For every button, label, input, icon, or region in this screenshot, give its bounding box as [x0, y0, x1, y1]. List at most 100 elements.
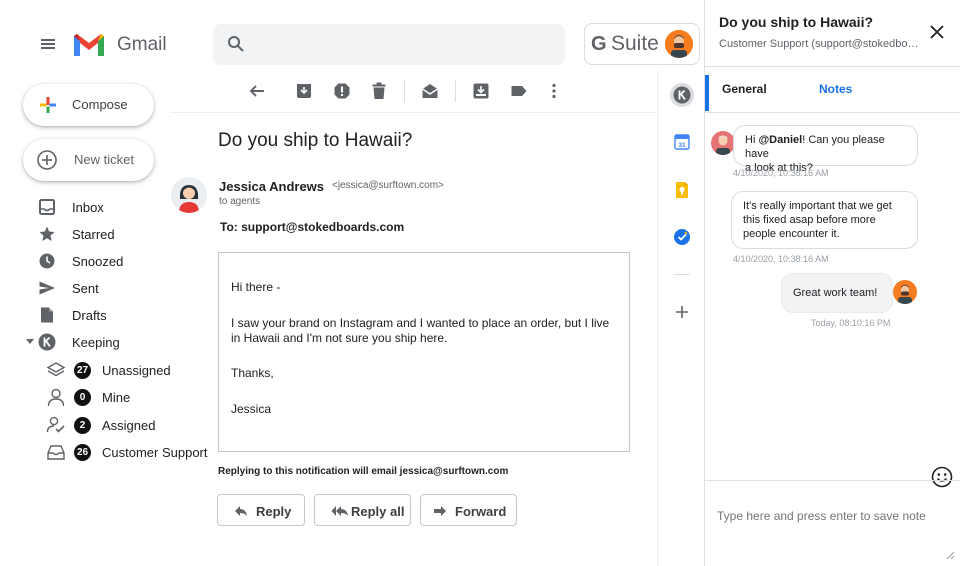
keeping-item-label: Mine	[102, 390, 131, 405]
note-text: Hi	[745, 134, 759, 146]
close-icon[interactable]	[929, 24, 945, 40]
panel-header-divider	[705, 66, 960, 67]
layers-icon	[46, 362, 66, 377]
add-circle-icon	[37, 150, 57, 170]
note-text: Great work team!	[793, 287, 878, 299]
gmail-logo-icon[interactable]	[72, 32, 106, 58]
mark-unread-icon[interactable]	[421, 82, 439, 100]
app-name: Gmail	[117, 34, 167, 55]
reply-button[interactable]: Reply	[217, 494, 305, 526]
tasks-icon[interactable]	[672, 227, 692, 247]
hamburger-icon	[41, 39, 55, 49]
emoji-icon[interactable]	[931, 466, 953, 488]
plus-multicolor-icon	[40, 97, 56, 113]
report-spam-icon[interactable]	[333, 82, 351, 100]
keeping-item-assigned[interactable]: 2 Assigned	[0, 412, 210, 439]
reply-notice: Replying to this notification will email…	[218, 466, 509, 477]
search-bar[interactable]	[213, 24, 565, 65]
search-icon[interactable]	[227, 35, 245, 53]
sender-name: Jessica Andrews	[219, 179, 325, 194]
compose-label: Compose	[72, 97, 128, 112]
forward-button[interactable]: Forward	[420, 494, 517, 526]
sidebar-item-label: Snoozed	[72, 254, 124, 269]
reply-icon	[235, 506, 247, 516]
person-check-icon	[46, 416, 65, 433]
gsuite-account-area[interactable]: G Suite	[584, 23, 700, 65]
sidebar-item-label: Inbox	[72, 200, 104, 215]
note-text: people encounter it.	[743, 228, 840, 240]
note-author-avatar[interactable]	[711, 131, 735, 155]
sidebar-item-keeping[interactable]: Keeping	[0, 329, 210, 356]
new-ticket-button[interactable]: New ticket	[23, 139, 154, 181]
draft-icon	[41, 307, 53, 323]
gsuite-g: G	[591, 33, 607, 55]
account-avatar[interactable]	[665, 30, 693, 58]
clock-icon	[39, 253, 55, 269]
more-vertical-icon[interactable]	[545, 82, 563, 100]
tab-general[interactable]: General	[722, 82, 767, 96]
back-arrow-icon[interactable]	[248, 82, 266, 100]
to-address: To: support@stokedboards.com	[220, 220, 405, 234]
caret-down-icon[interactable]	[26, 339, 34, 345]
sidebar-item-drafts[interactable]: Drafts	[0, 302, 210, 329]
keeping-item-mine[interactable]: 0 Mine	[0, 384, 210, 411]
keeping-item-label: Customer Support	[102, 445, 208, 460]
note-timestamp: 4/10/2020, 10:38:16 AM	[733, 254, 829, 264]
keeping-item-customer-support[interactable]: 26 Customer Support	[0, 439, 210, 466]
panel-subtitle: Customer Support (support@stokedboards.c…	[719, 38, 919, 50]
email-subject: Do you ship to Hawaii?	[218, 130, 413, 151]
sidebar-item-label: Drafts	[72, 308, 107, 323]
count-badge: 26	[74, 444, 91, 461]
note-bubble: It's really important that we get this f…	[731, 191, 918, 249]
add-addon-icon[interactable]	[672, 302, 692, 322]
sidebar-item-label: Keeping	[72, 335, 120, 350]
move-to-icon[interactable]	[472, 82, 490, 100]
main-menu-button[interactable]	[38, 34, 58, 54]
calendar-icon[interactable]: 31	[672, 132, 692, 152]
note-bubble: Hi @Daniel! Can you please have a look a…	[733, 125, 918, 174]
composer-divider	[705, 480, 960, 481]
reply-all-icon	[331, 506, 348, 516]
archive-icon[interactable]	[295, 82, 313, 100]
reply-all-button[interactable]: Reply all	[314, 494, 411, 526]
rail-separator	[674, 274, 690, 275]
note-input[interactable]	[717, 509, 947, 523]
note-bubble-own: Great work team!	[781, 273, 893, 313]
send-icon	[39, 281, 55, 295]
star-icon	[39, 226, 55, 241]
sidebar-item-snoozed[interactable]: Snoozed	[0, 248, 210, 275]
body-closing: Thanks,	[231, 366, 274, 380]
forward-icon	[434, 506, 446, 516]
note-author-avatar[interactable]	[893, 280, 917, 304]
note-mention[interactable]: @Daniel	[758, 134, 802, 146]
panel-title: Do you ship to Hawaii?	[719, 14, 874, 30]
label-icon[interactable]	[510, 82, 528, 100]
forward-label: Forward	[455, 504, 507, 519]
inbox-icon	[39, 199, 55, 215]
sender-avatar[interactable]	[171, 177, 207, 213]
sender-email: <jessica@surftown.com>	[332, 180, 444, 191]
reply-all-label: Reply all	[351, 504, 405, 519]
sidebar-item-sent[interactable]: Sent	[0, 275, 210, 302]
sidebar-item-starred[interactable]: Starred	[0, 221, 210, 248]
email-body: Hi there - I saw your brand on Instagram…	[218, 252, 630, 452]
compose-button[interactable]: Compose	[23, 84, 154, 126]
keeping-item-label: Assigned	[102, 418, 156, 433]
sidebar-item-label: Sent	[72, 281, 99, 296]
tabs-divider	[705, 112, 960, 113]
tab-active-indicator	[705, 75, 709, 111]
resize-handle-icon[interactable]	[945, 550, 955, 560]
toolbar-divider	[404, 80, 405, 102]
sidebar-item-label: Starred	[72, 227, 115, 242]
ticket-side-panel: Do you ship to Hawaii? Customer Support …	[704, 0, 960, 566]
keep-icon[interactable]	[672, 180, 692, 200]
keeping-addon-icon[interactable]	[670, 83, 694, 107]
tab-notes[interactable]: Notes	[819, 82, 852, 96]
trash-icon[interactable]	[370, 82, 388, 100]
recipients-note[interactable]: to agents	[219, 196, 260, 207]
keeping-item-unassigned[interactable]: 27 Unassigned	[0, 357, 210, 384]
keeping-logo-icon	[38, 333, 56, 351]
count-badge: 2	[74, 417, 91, 434]
new-ticket-label: New ticket	[74, 152, 134, 167]
body-greeting: Hi there -	[231, 280, 281, 294]
